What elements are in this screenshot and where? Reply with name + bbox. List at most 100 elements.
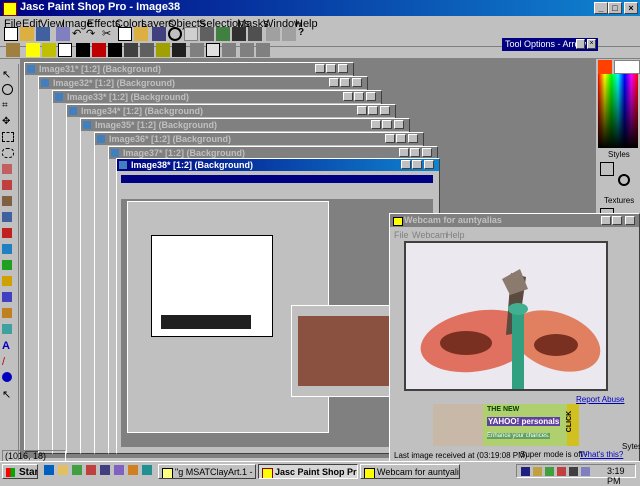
toolbar-icon-14[interactable]: [240, 43, 254, 57]
whats-this-link[interactable]: What's this?: [580, 450, 623, 459]
scratch-remover-icon[interactable]: [2, 260, 12, 270]
task-webcam[interactable]: Webcam for auntyalias: [360, 464, 460, 479]
cut-icon[interactable]: ✂: [102, 27, 116, 41]
maximize-button[interactable]: [396, 134, 406, 143]
quicklaunch-icon-3[interactable]: [72, 465, 82, 475]
maximize-button[interactable]: [368, 106, 378, 115]
color-replacer-icon[interactable]: [2, 228, 12, 238]
toolbar-icon-9[interactable]: [156, 43, 170, 57]
copy-icon[interactable]: [118, 27, 132, 41]
tool-options-minimize[interactable]: [576, 39, 585, 49]
text-tool-icon[interactable]: A: [2, 340, 15, 353]
arrow-tool-icon[interactable]: ↖: [2, 68, 15, 81]
background-style-swatch[interactable]: [618, 174, 630, 186]
script-icon[interactable]: [266, 27, 280, 41]
tray-icon-6[interactable]: [581, 467, 590, 476]
help-icon[interactable]: ?: [298, 27, 312, 41]
toolbar-icon-15[interactable]: [256, 43, 270, 57]
magic-wand-icon[interactable]: [2, 164, 12, 174]
tray-icon-1[interactable]: [521, 467, 530, 476]
quicklaunch-desktop-icon[interactable]: [58, 465, 68, 475]
app-icon[interactable]: [3, 2, 17, 16]
picture-tube-icon[interactable]: [2, 292, 12, 302]
ad-click-strip[interactable]: CLICK: [566, 404, 579, 446]
airbrush-icon[interactable]: [2, 308, 12, 318]
quicklaunch-ie-icon[interactable]: [44, 465, 54, 475]
paintbrush-icon[interactable]: [2, 196, 12, 206]
quicklaunch-icon-5[interactable]: [100, 465, 110, 475]
clock[interactable]: 3:19 PM: [607, 466, 635, 486]
browse-icon[interactable]: [184, 27, 198, 41]
toolbar-icon-13[interactable]: [222, 43, 236, 57]
close-button[interactable]: [625, 216, 635, 225]
toolbar-icon-12[interactable]: [206, 43, 220, 57]
close-button[interactable]: [424, 160, 434, 169]
tray-icon-2[interactable]: [533, 467, 542, 476]
webcam-app-icon[interactable]: [393, 217, 403, 226]
minimize-button[interactable]: [401, 160, 411, 169]
selection-tool-icon[interactable]: [2, 132, 14, 142]
close-button[interactable]: [352, 78, 362, 87]
close-button[interactable]: ×: [624, 2, 638, 14]
foreground-style-swatch[interactable]: [600, 162, 614, 176]
task-chat[interactable]: "g MSATClayArt.1 - Chat: [158, 464, 256, 479]
flood-fill-icon[interactable]: [2, 324, 12, 334]
minimize-button[interactable]: [385, 134, 395, 143]
minimize-button[interactable]: [601, 216, 611, 225]
webcam-menu-help[interactable]: Help: [446, 230, 465, 240]
preset-shapes-icon[interactable]: [2, 372, 12, 382]
tray-icon-4[interactable]: [557, 467, 566, 476]
layers-icon[interactable]: [216, 27, 230, 41]
minimize-button[interactable]: _: [594, 2, 608, 14]
mover-tool-icon[interactable]: ✥: [2, 116, 15, 129]
toolbar-icon-10[interactable]: [172, 43, 186, 57]
webcam-menu-webcam[interactable]: Webcam: [412, 230, 447, 240]
screen-icon[interactable]: [152, 27, 166, 41]
maximize-button[interactable]: [412, 160, 422, 169]
task-paint-shop-pro[interactable]: Jasc Paint Shop Pro - ...: [258, 464, 358, 479]
quicklaunch-icon-4[interactable]: [86, 465, 96, 475]
minimize-button[interactable]: [399, 148, 409, 157]
foreground-color-swatch[interactable]: [598, 60, 612, 74]
yahoo-personals-ad[interactable]: THE NEW YAHOO! personals Enhance your ch…: [433, 404, 579, 446]
webcam-window[interactable]: Webcam for auntyalias File Webcam Help R…: [389, 213, 640, 462]
maximize-button[interactable]: [326, 64, 336, 73]
webcam-menu-file[interactable]: File: [394, 230, 409, 240]
tray-icon-3[interactable]: [545, 467, 554, 476]
tool-options-palette[interactable]: Tool Options - Arrow ×: [502, 38, 598, 51]
draw-tool-icon[interactable]: /: [2, 356, 15, 369]
toolbar-icon-11[interactable]: [190, 43, 204, 57]
minimize-button[interactable]: [371, 120, 381, 129]
eraser-icon[interactable]: [2, 276, 12, 286]
close-button[interactable]: [408, 134, 418, 143]
toolbar-icon-5[interactable]: [92, 43, 106, 57]
toolbar-icon-1[interactable]: [26, 43, 40, 57]
crop-tool-icon[interactable]: ⌗: [2, 100, 15, 113]
redo-icon[interactable]: ↷: [86, 27, 100, 41]
maximize-button[interactable]: [340, 78, 350, 87]
no-icon[interactable]: [168, 27, 182, 41]
retouch-icon[interactable]: [2, 244, 12, 254]
toolbar-icon-4[interactable]: [76, 43, 90, 57]
print-icon[interactable]: [56, 27, 70, 41]
quicklaunch-icon-6[interactable]: [114, 465, 124, 475]
freehand-tool-icon[interactable]: [2, 148, 14, 158]
dropper-icon[interactable]: [2, 180, 12, 190]
color-picker[interactable]: [598, 74, 638, 148]
clone-brush-icon[interactable]: [2, 212, 12, 222]
new-icon[interactable]: [4, 27, 18, 41]
open-icon[interactable]: [20, 27, 34, 41]
close-button[interactable]: [422, 148, 432, 157]
maximize-button[interactable]: [382, 120, 392, 129]
toolbar-icon-2[interactable]: [42, 43, 56, 57]
tool-options-close[interactable]: ×: [587, 39, 596, 49]
image-canvas[interactable]: [121, 175, 433, 447]
minimize-button[interactable]: [343, 92, 353, 101]
close-button[interactable]: [366, 92, 376, 101]
toolbar-icon-7[interactable]: [124, 43, 138, 57]
overview-icon[interactable]: [248, 27, 262, 41]
close-button[interactable]: [394, 120, 404, 129]
save-script-icon[interactable]: [282, 27, 296, 41]
paste-icon[interactable]: [134, 27, 148, 41]
quicklaunch-icon-7[interactable]: [128, 465, 138, 475]
